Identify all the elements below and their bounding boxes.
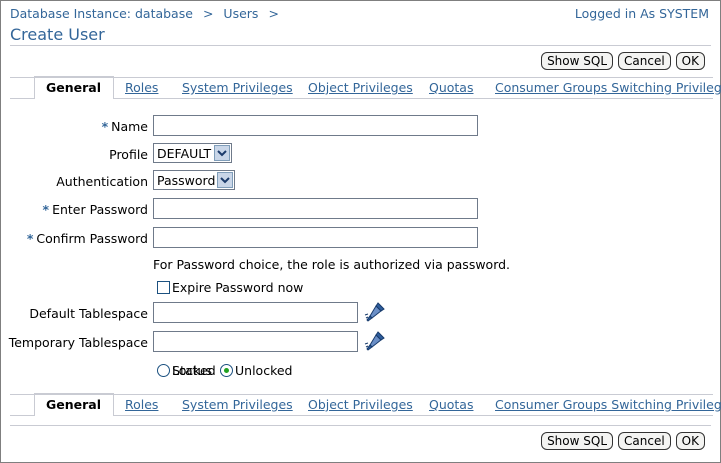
password-note: For Password choice, the role is authori… [153,257,511,272]
ok-button[interactable]: OK [675,432,705,450]
enter-password-input[interactable] [153,198,478,219]
tab-bar-top: General Roles System Privileges Object P… [10,76,721,99]
cancel-button[interactable]: Cancel [618,52,671,70]
expire-password-label: Expire Password now [172,280,304,295]
profile-select[interactable]: DEFAULT [153,143,232,163]
breadcrumb-users[interactable]: Users [223,6,258,21]
status-unlocked-label: Unlocked [235,363,293,378]
breadcrumb-database-instance[interactable]: Database Instance: database [10,6,193,21]
status-locked-label: Locked [172,363,216,378]
default-tablespace-label: Default Tablespace [29,306,148,321]
tab-quotas[interactable]: Quotas [429,395,473,415]
confirm-password-label: * Confirm Password [26,231,148,246]
status-unlocked-radio[interactable] [220,364,233,377]
tab-roles[interactable]: Roles [125,78,158,98]
tab-general[interactable]: General [34,393,114,416]
enter-password-label: * Enter Password [42,202,148,217]
breadcrumb: Database Instance: database > Users > [10,6,289,21]
authentication-label: Authentication [56,174,148,189]
default-tablespace-input[interactable] [153,302,358,323]
tab-system-privileges[interactable]: System Privileges [182,78,293,98]
expire-password-checkbox[interactable] [157,281,170,294]
authentication-select[interactable]: Password [153,170,235,190]
required-marker: * [26,231,34,246]
page-title: Create User [10,25,105,44]
temporary-tablespace-input[interactable] [153,331,358,352]
flashlight-search-icon[interactable] [364,330,386,352]
bottom-divider [10,425,711,426]
logged-in-status: Logged in As SYSTEM [574,6,709,21]
authentication-select-value: Password [157,172,216,188]
ok-button[interactable]: OK [675,52,705,70]
chevron-down-icon [214,145,230,161]
tab-roles[interactable]: Roles [125,395,158,415]
flashlight-search-icon[interactable] [364,301,386,323]
show-sql-button[interactable]: Show SQL [541,52,614,70]
temporary-tablespace-label: Temporary Tablespace [8,335,148,350]
required-marker: * [101,119,109,134]
tab-bar-bottom: General Roles System Privileges Object P… [10,393,721,416]
name-label: * Name [101,119,148,134]
profile-label: Profile [109,147,148,162]
title-divider [10,45,711,46]
cancel-button[interactable]: Cancel [618,432,671,450]
confirm-password-input[interactable] [153,227,478,248]
tab-object-privileges[interactable]: Object Privileges [308,395,413,415]
breadcrumb-separator: > [202,6,214,21]
tab-general[interactable]: General [34,76,114,99]
status-locked-radio[interactable] [157,364,170,377]
top-button-row: Show SQL Cancel OK [541,52,705,70]
chevron-down-icon [217,172,233,188]
name-input[interactable] [153,115,478,136]
tab-consumer-groups-switching-privileges[interactable]: Consumer Groups Switching Privileges [495,78,721,98]
bottom-button-row: Show SQL Cancel OK [541,432,705,450]
tab-consumer-groups-switching-privileges[interactable]: Consumer Groups Switching Privileges [495,395,721,415]
profile-select-value: DEFAULT [157,145,212,161]
required-marker: * [42,202,50,217]
breadcrumb-separator: > [268,6,279,21]
show-sql-button[interactable]: Show SQL [541,432,614,450]
tab-object-privileges[interactable]: Object Privileges [308,78,413,98]
tab-system-privileges[interactable]: System Privileges [182,395,293,415]
tab-quotas[interactable]: Quotas [429,78,473,98]
header: Database Instance: database > Users > Logge… [10,6,709,22]
